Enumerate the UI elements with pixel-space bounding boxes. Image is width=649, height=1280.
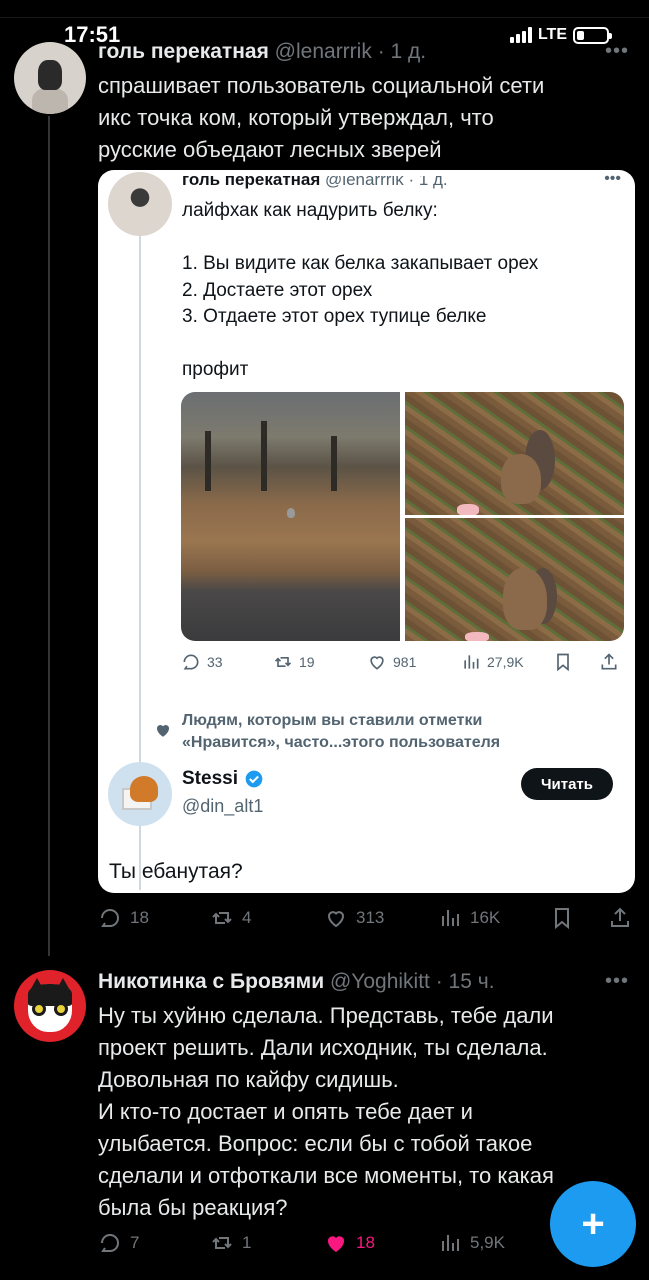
views-button[interactable]: 16K — [438, 906, 500, 930]
author-handle[interactable]: @Yoghikitt — [330, 970, 430, 993]
photo-park[interactable] — [181, 392, 400, 641]
reply-author-name: Stessi — [182, 768, 238, 789]
repost-button[interactable]: 19 — [273, 652, 315, 672]
more-icon[interactable]: ••• — [604, 170, 621, 188]
reply-text: Ты ебанутая? — [109, 860, 243, 883]
reply-count: 33 — [207, 654, 223, 670]
reply-icon — [183, 654, 199, 670]
share-button[interactable] — [599, 652, 619, 672]
tweet-header: Никотинка с Бровями @Yoghikitt · 15 ч. — [98, 970, 495, 994]
reply-button[interactable]: 33 — [181, 652, 223, 672]
heart-icon — [327, 1236, 345, 1252]
quoted-author-handle[interactable]: @lenarrrik — [325, 176, 404, 189]
reply-button[interactable]: 7 — [98, 1231, 139, 1255]
avatar[interactable] — [108, 172, 172, 236]
status-time: 17:51 — [64, 22, 121, 47]
views-icon — [464, 655, 479, 669]
avatar[interactable] — [108, 762, 172, 826]
views-count: 5,9K — [470, 1233, 505, 1252]
views-button[interactable]: 5,9K — [438, 1231, 505, 1255]
quoted-age: · 1 д. — [408, 170, 448, 189]
tweet-age: · 15 ч. — [435, 970, 495, 993]
network-label: LTE — [537, 26, 567, 43]
repost-button[interactable]: 1 — [210, 1231, 251, 1255]
reply-author-handle[interactable]: @din_alt1 — [182, 796, 263, 817]
views-icon — [442, 1235, 459, 1251]
social-context-note: Людям, которым вы ставили отметки «Нрави… — [182, 712, 501, 751]
views-icon — [442, 910, 459, 926]
like-button[interactable]: 313 — [324, 906, 384, 930]
thread-line — [48, 116, 50, 956]
repost-count: 1 — [242, 1233, 252, 1252]
photo-squirrel-1[interactable] — [405, 392, 624, 515]
share-button[interactable] — [608, 906, 632, 930]
reply-icon — [101, 908, 120, 927]
repost-icon — [212, 1237, 232, 1249]
like-button[interactable]: 18 — [324, 1231, 375, 1255]
like-button[interactable]: 981 — [367, 652, 416, 672]
reply-count: 7 — [130, 1233, 140, 1252]
media-grid — [181, 392, 624, 641]
verified-badge-icon — [245, 770, 263, 788]
repost-count: 4 — [242, 908, 252, 927]
reply-count: 18 — [130, 908, 149, 927]
quoted-tweet-card[interactable]: голь перекатная @lenarrrik · 1 д. ••• ла… — [98, 170, 635, 893]
reply-author[interactable]: Stessi — [182, 768, 264, 790]
quoted-text: лайфхак как надурить белку: 1. Вы видите… — [182, 200, 539, 380]
repost-count: 19 — [299, 654, 315, 670]
photo-squirrel-2[interactable] — [405, 518, 624, 641]
like-count: 981 — [393, 654, 417, 670]
bookmark-button[interactable] — [553, 652, 573, 672]
signal-icon — [509, 27, 532, 43]
repost-icon — [274, 657, 292, 667]
status-indicators: LTE — [509, 26, 612, 44]
status-bar: 17:51 LTE — [0, 0, 649, 48]
reply-button[interactable]: 18 — [98, 906, 149, 930]
repost-icon — [212, 912, 232, 924]
bookmark-button[interactable] — [550, 906, 574, 930]
heart-icon — [156, 724, 170, 737]
share-icon — [611, 907, 629, 927]
views-count: 27,9K — [487, 654, 524, 670]
heart-icon — [327, 911, 345, 928]
reply-icon — [101, 1233, 120, 1252]
bookmark-icon — [555, 908, 569, 930]
avatar[interactable] — [14, 970, 86, 1042]
more-icon[interactable]: ••• — [605, 970, 629, 993]
avatar[interactable] — [14, 42, 86, 114]
tweet-action-bar: 18 4 313 16K — [98, 906, 636, 932]
tweet-text: спрашивает пользователь социальной сети … — [98, 73, 545, 162]
heart-icon — [370, 656, 384, 670]
like-count: 313 — [356, 908, 385, 927]
bookmark-icon — [557, 653, 569, 672]
quoted-header: голь перекатная @lenarrrik · 1 д. — [182, 170, 448, 190]
battery-icon — [573, 26, 612, 44]
share-icon — [601, 653, 617, 670]
author-name[interactable]: Никотинка с Бровями — [98, 970, 324, 993]
views-button[interactable]: 27,9K — [461, 652, 524, 672]
follow-button[interactable]: Читать — [521, 768, 613, 800]
compose-plus-icon: + — [581, 1202, 605, 1246]
quoted-author-name[interactable]: голь перекатная — [182, 176, 320, 189]
repost-button[interactable]: 4 — [210, 906, 251, 930]
compose-button[interactable]: + — [550, 1181, 636, 1267]
quoted-action-bar: 33 19 981 27,9K — [181, 652, 621, 676]
views-count: 16K — [470, 908, 501, 927]
like-count: 18 — [356, 1233, 375, 1252]
tweet-text: Ну ты хуйню сделала. Представь, тебе дал… — [98, 1003, 554, 1220]
